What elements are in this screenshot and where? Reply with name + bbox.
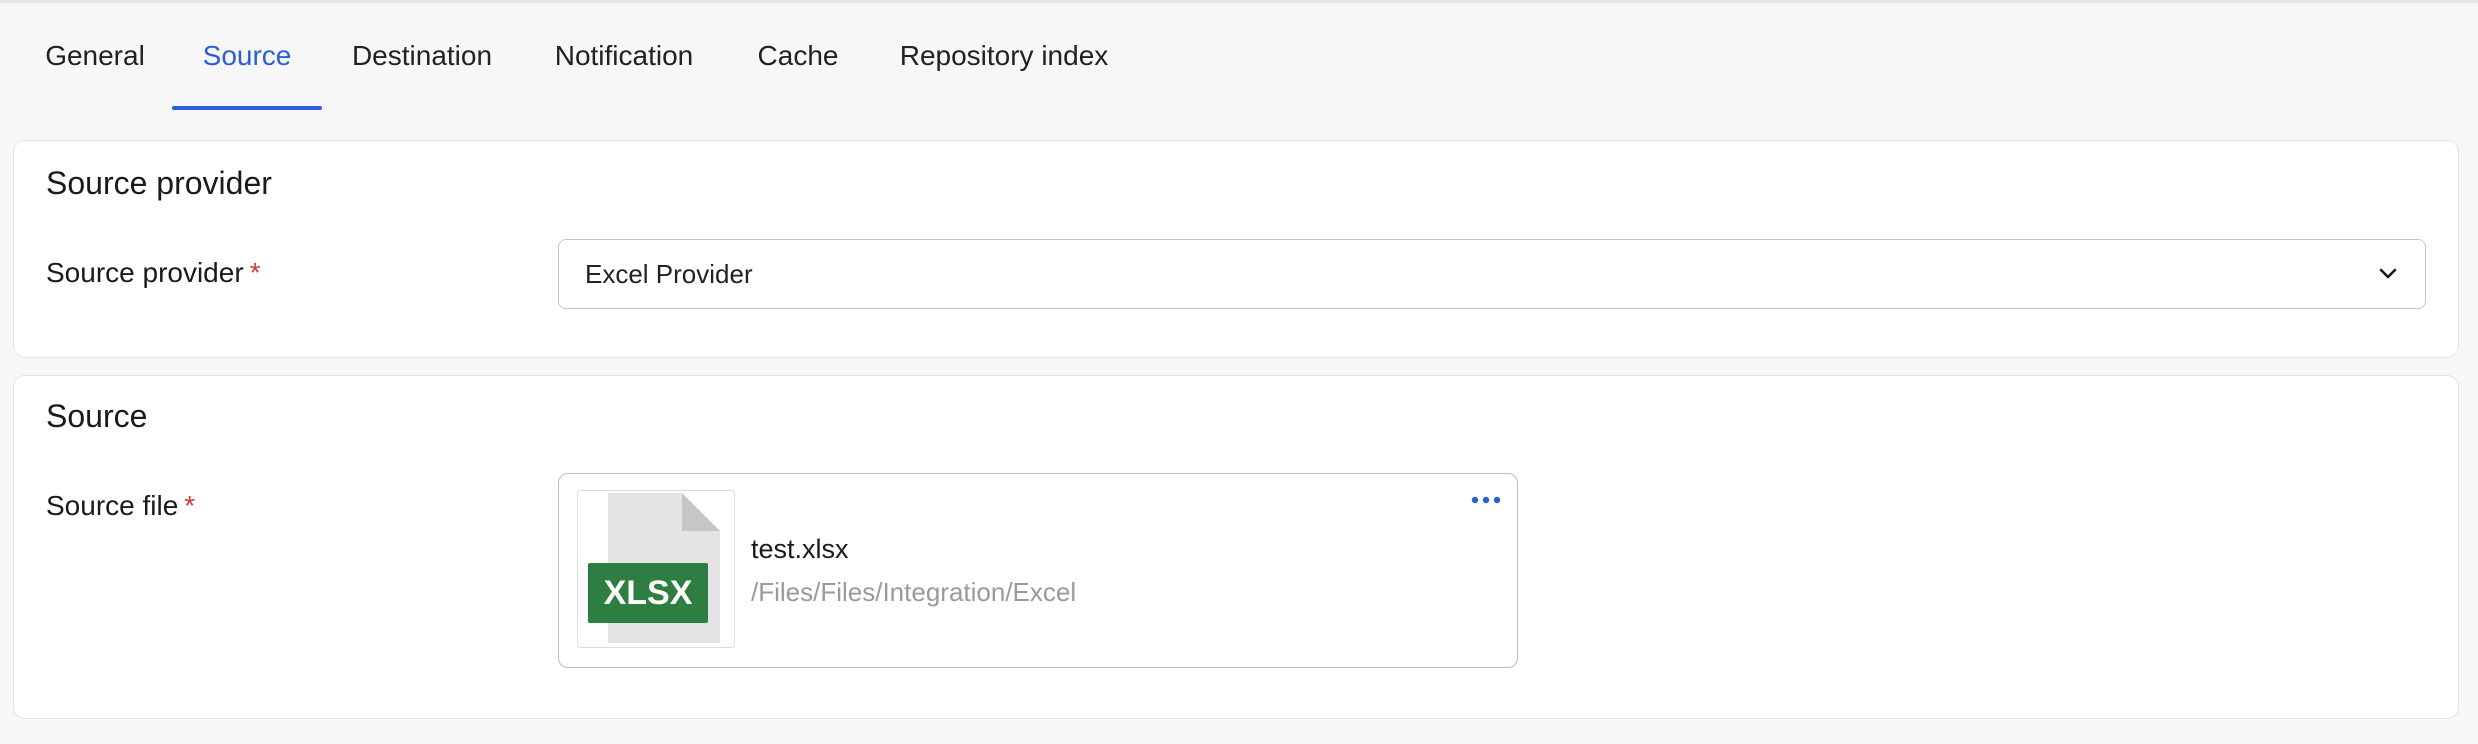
field-label-text: Source file [46,490,179,521]
tab-source[interactable]: Source [172,3,322,110]
source-card: Source Source file * XLSX test.xlsx /File… [13,375,2459,719]
source-provider-select[interactable]: Excel Provider [558,239,2426,309]
more-horizontal-icon[interactable] [1469,492,1503,508]
field-label-text: Source provider [46,257,244,288]
card-title: Source [46,398,148,434]
file-path: /Files/Files/Integration/Excel [751,577,1077,607]
source-file-card[interactable]: XLSX test.xlsx /Files/Files/Integration/… [558,473,1518,668]
required-mark: * [249,257,261,288]
tab-bar: General Source Destination Notification … [0,3,2478,111]
tab-notification[interactable]: Notification [540,3,708,109]
tab-cache[interactable]: Cache [742,3,854,109]
source-provider-label: Source provider * [46,257,261,289]
tab-general[interactable]: General [26,3,164,109]
file-type-badge: XLSX [603,573,693,612]
file-name: test.xlsx [751,534,849,564]
xlsx-file-icon: XLSX [577,490,735,648]
chevron-down-icon [2377,263,2399,285]
source-file-label: Source file * [46,490,195,522]
required-mark: * [184,490,196,521]
selected-value: Excel Provider [585,258,753,289]
card-title: Source provider [46,165,272,201]
tab-repository-index[interactable]: Repository index [888,3,1120,109]
source-provider-card: Source provider Source provider * Excel P… [13,140,2459,358]
tab-destination[interactable]: Destination [338,3,506,109]
